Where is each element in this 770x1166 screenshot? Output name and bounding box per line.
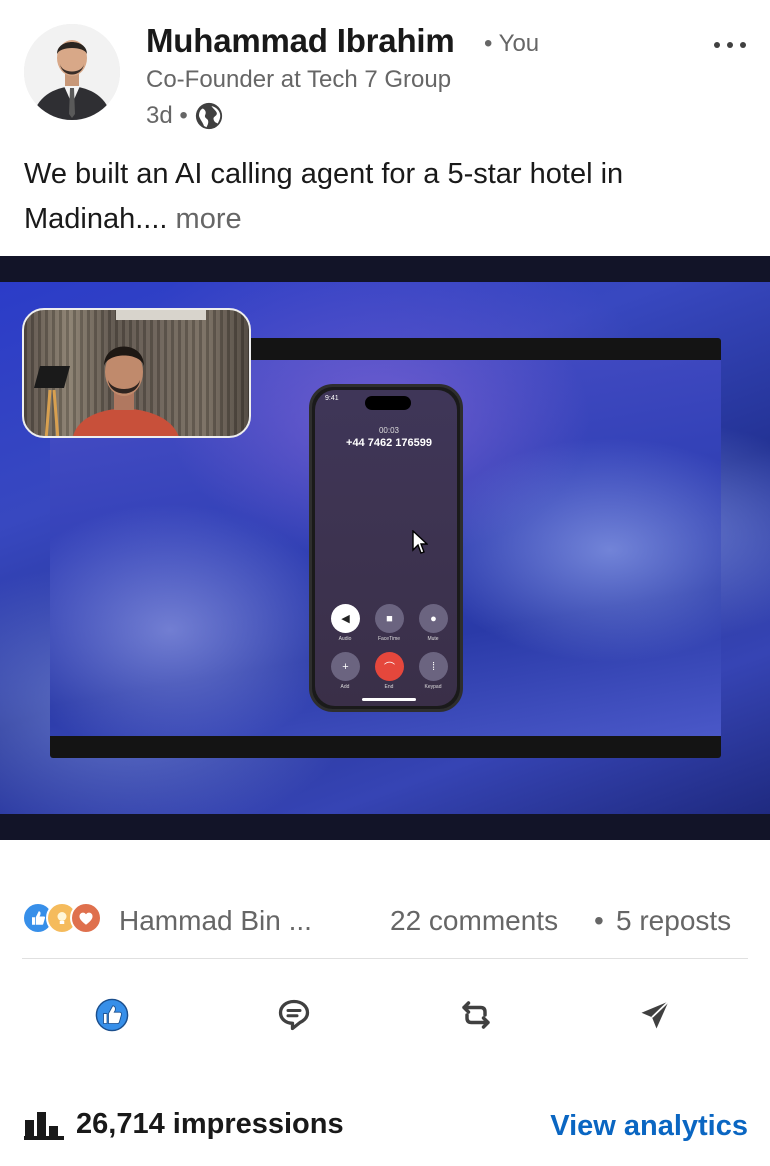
see-more-link[interactable]: more [176,203,242,235]
call-number: +44 7462 176599 [346,437,432,449]
love-icon [70,902,102,934]
post-meta: 3d • [146,101,224,131]
post-time: 3d • [146,102,188,129]
post-video[interactable]: 9:41 00:03 +44 7462 176599 ◀ Audio ■ Fac… [0,256,770,840]
control-label: Audio [338,636,352,642]
author-photo [24,24,120,120]
call-duration: 00:03 [378,426,400,435]
add-person-icon: + [331,652,360,681]
presenter-camera [22,308,251,438]
home-indicator [362,698,416,701]
end-call-icon: ⌒ [375,652,404,681]
repost-button[interactable] [457,996,495,1034]
divider [22,958,748,959]
reposts-count[interactable]: 5 reposts [616,905,731,937]
control-label: Keypad [424,684,442,690]
dot [714,42,720,48]
comment-icon [278,999,310,1031]
dot [740,42,746,48]
impressions-count: 26,714 impressions [76,1108,344,1140]
keypad-icon: ⁞ [419,652,448,681]
send-button[interactable] [636,996,674,1034]
you-tag: • You [484,30,540,57]
control-label: FaceTime [377,636,401,642]
author-headline: Co-Founder at Tech 7 Group [146,66,452,93]
view-analytics-link[interactable]: View analytics [550,1110,748,1143]
repost-icon [462,1001,490,1029]
control-label: Add [340,684,350,690]
presenter-figure [34,310,206,436]
mic-icon: ● [419,604,448,633]
reactor-name[interactable]: Hammad Bin ... [119,905,312,937]
post-body: We built an AI calling agent for a 5-sta… [24,158,624,235]
mouse-cursor-icon [412,530,428,554]
author-name[interactable]: Muhammad Ibrahim [146,22,455,60]
impressions-row: 26,714 impressions [24,1108,344,1141]
speaker-icon: ◀ [331,604,360,633]
phone-status-time: 9:41 [325,395,339,402]
globe-icon [195,102,222,130]
dynamic-island [365,396,411,410]
like-icon [95,998,129,1032]
phone-screen: 9:41 00:03 +44 7462 176599 ◀ Audio ■ Fac… [315,390,457,706]
separator-dot: • [594,905,604,936]
video-camera-icon: ■ [375,604,404,633]
send-icon [641,1000,670,1029]
control-label: End [384,684,394,690]
bar-chart-icon [24,1111,64,1140]
control-label: Mute [427,636,439,642]
dot [727,42,733,48]
phone-mockup: 9:41 00:03 +44 7462 176599 ◀ Audio ■ Fac… [309,384,463,712]
more-options-icon[interactable] [714,30,746,60]
like-button[interactable] [93,996,131,1034]
reaction-icons[interactable] [22,902,102,934]
comment-button[interactable] [275,996,313,1034]
comments-count[interactable]: 22 comments [390,905,558,937]
post-text: We built an AI calling agent for a 5-sta… [24,152,744,242]
author-avatar[interactable] [24,24,120,120]
